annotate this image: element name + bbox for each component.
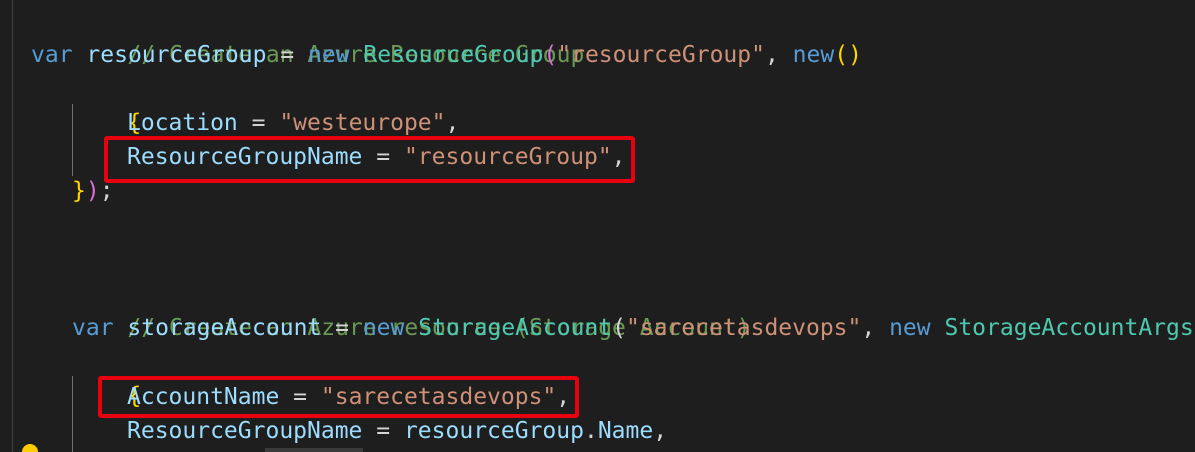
string-literal: "westeurope" bbox=[279, 110, 446, 136]
code-line: var resourceGroup = new ResourceGroup("r… bbox=[31, 38, 862, 72]
type-name: StorageAccount bbox=[418, 315, 613, 341]
code-line: Location = "westeurope", bbox=[127, 106, 459, 140]
operator: = bbox=[321, 315, 363, 341]
string-literal: "sarecetasdevops" bbox=[625, 315, 862, 341]
punctuation: , bbox=[445, 110, 460, 136]
punctuation: . bbox=[583, 418, 598, 444]
code-line: // Create an Azure Resource Group bbox=[72, 4, 584, 68]
operator: = bbox=[266, 42, 308, 68]
code-line: ResourceGroupName = resourceGroup.Name, bbox=[127, 414, 667, 448]
punctuation: , bbox=[861, 315, 890, 341]
code-line: { bbox=[72, 72, 141, 136]
code-line: var storageAccount = new StorageAccount(… bbox=[72, 311, 1194, 345]
bracket: ( bbox=[543, 42, 558, 68]
indent-guide bbox=[12, 0, 13, 452]
property-name: ResourceGroupName bbox=[127, 418, 363, 444]
keyword-new: new bbox=[307, 42, 350, 68]
highlight-box-accountname bbox=[98, 376, 579, 418]
code-editor[interactable]: // Create an Azure Resource Group var re… bbox=[0, 0, 1195, 452]
member-name: Name bbox=[597, 418, 654, 444]
keyword-var: var bbox=[72, 315, 114, 341]
code-line: { bbox=[72, 345, 141, 409]
keyword-var: var bbox=[31, 42, 73, 68]
bracket: } bbox=[72, 178, 86, 204]
operator: = bbox=[362, 418, 404, 444]
keyword-new: new bbox=[362, 315, 405, 341]
string-literal: "resourceGroup" bbox=[557, 42, 765, 68]
code-line: // Create an Azure resource (Storage Acc… bbox=[72, 277, 750, 341]
lightbulb-icon[interactable] bbox=[22, 444, 38, 452]
punctuation: , bbox=[764, 42, 793, 68]
type-name: StorageAccountArgs bbox=[944, 315, 1194, 341]
punctuation: , bbox=[653, 418, 668, 444]
variable-name: resourceGroup bbox=[403, 418, 584, 444]
bracket: ( bbox=[612, 315, 626, 341]
bracket: () bbox=[834, 42, 862, 68]
type-name: ResourceGroup bbox=[363, 42, 544, 68]
keyword-new: new bbox=[889, 315, 931, 341]
variable-name: storageAccount bbox=[127, 315, 322, 341]
highlight-box-resourcegroupname bbox=[104, 136, 635, 183]
property-name: Location bbox=[127, 110, 238, 136]
keyword-new: new bbox=[792, 42, 835, 68]
bracket: ) bbox=[85, 178, 100, 204]
horizontal-scrollbar-thumb[interactable] bbox=[265, 448, 363, 452]
operator: = bbox=[237, 110, 280, 136]
variable-name: resourceGroup bbox=[86, 42, 267, 68]
